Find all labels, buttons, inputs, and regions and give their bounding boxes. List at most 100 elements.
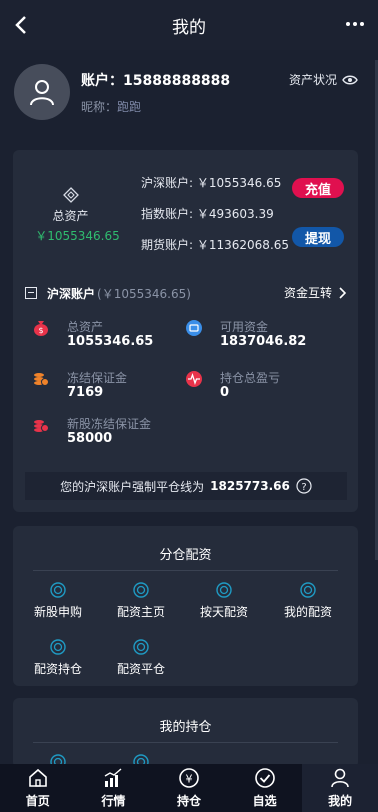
stat-frozen-margin: 冻结保证金 7169 [33, 369, 183, 405]
fund-transfer-link[interactable]: 资金互转 [284, 284, 346, 301]
tab-label: 我的 [328, 794, 353, 808]
menu-allocation-home[interactable]: 配资主页 [96, 582, 176, 622]
help-icon[interactable]: ? [296, 478, 312, 494]
stat-label: 新股冻结保证金 [67, 417, 152, 431]
top-bar: 我的 [0, 0, 378, 50]
profile-section: 账户：15888888888 昵称：跑跑 资产状况 [0, 58, 378, 138]
fund-transfer-label: 资金互转 [283, 286, 332, 300]
divider [33, 742, 338, 743]
futures-account-label: 期货账户: [141, 238, 197, 252]
stat-available-funds: 可用资金 1837046.82 [186, 318, 336, 354]
shsz-account-value: ￥1055346.65 [196, 176, 282, 190]
total-assets-value: ￥1055346.65 [35, 229, 120, 243]
coin-circle-icon [133, 582, 149, 598]
stat-label: 冻结保证金 [67, 371, 128, 385]
menu-daily-allocation[interactable]: 按天配资 [179, 582, 259, 622]
chevron-right-icon [339, 286, 346, 299]
stat-value: 7169 [67, 385, 104, 400]
tab-label: 首页 [25, 794, 50, 808]
svg-text:?: ? [301, 482, 306, 493]
nickname-value: 跑跑 [117, 100, 142, 114]
stat-value: 0 [220, 385, 230, 400]
menu-allocation-holdings[interactable]: 配资持仓 [13, 639, 93, 679]
coin-circle-icon [216, 582, 232, 598]
svg-text:¥: ¥ [185, 773, 192, 786]
menu-label: 新股申购 [33, 605, 82, 619]
eye-icon[interactable] [342, 74, 358, 86]
tab-mine[interactable]: 我的 [302, 764, 378, 812]
total-assets-label: 总资产 [52, 209, 89, 223]
liquidation-line-notice: 您的沪深账户强制平仓线为 1825773.66 ? [25, 472, 347, 500]
bottom-tab-bar: 首页 行情 ¥ 持仓 自选 我的 [0, 764, 378, 812]
recharge-button[interactable]: 充值 [292, 178, 344, 198]
index-account-label: 指数账户: [141, 207, 197, 221]
menu-label: 按天配资 [199, 605, 248, 619]
tab-home[interactable]: 首页 [0, 764, 76, 812]
tab-label: 自选 [252, 794, 277, 808]
shsz-account-label: 沪深账户: [141, 176, 197, 190]
svg-text:$: $ [38, 326, 43, 335]
menu-label: 配资主页 [116, 605, 165, 619]
stat-total-assets: $ 总资产 1055346.65 [33, 318, 183, 354]
coin-circle-icon [50, 639, 66, 655]
diamond-icon [63, 187, 79, 203]
stat-position-pnl: 持仓总盈亏 0 [186, 369, 336, 405]
stat-label: 总资产 [67, 320, 104, 334]
yen-icon: ¥ [179, 768, 199, 788]
menu-label: 配资持仓 [33, 662, 82, 676]
coin-circle-icon [300, 582, 316, 598]
account-number: 15888888888 [123, 73, 231, 89]
ipo-coins-icon [34, 420, 49, 432]
home-icon [28, 768, 47, 787]
wallet-icon [186, 320, 202, 336]
holdings-title: 我的持仓 [159, 720, 212, 735]
coin-circle-icon [50, 582, 66, 598]
allocation-title: 分仓配资 [159, 548, 212, 563]
nickname-label: 昵称： [81, 100, 118, 114]
page-title: 我的 [172, 17, 206, 38]
tab-holdings[interactable]: ¥ 持仓 [151, 764, 227, 812]
shsz-section-title: 沪深账户 [47, 286, 96, 301]
shsz-section-subtitle: (￥1055346.65) [97, 286, 191, 301]
tab-label: 行情 [101, 794, 126, 808]
menu-allocation-close[interactable]: 配资平仓 [96, 639, 176, 679]
back-icon[interactable] [8, 11, 36, 39]
coin-circle-icon [133, 639, 149, 655]
avatar[interactable] [14, 64, 70, 120]
futures-account-value: ￥11362068.65 [196, 238, 290, 252]
stat-label: 持仓总盈亏 [220, 371, 281, 385]
account-label: 账户： [81, 73, 123, 89]
withdraw-button[interactable]: 提现 [292, 227, 344, 247]
user-avatar-icon [30, 80, 54, 106]
asset-status-link[interactable]: 资产状况 [289, 71, 358, 88]
index-account-row: 指数账户: ￥493603.39 [141, 205, 274, 222]
collapse-icon[interactable] [25, 287, 37, 299]
index-account-value: ￥493603.39 [196, 207, 274, 221]
chart-icon [105, 768, 122, 787]
holdings-card: 我的持仓 [13, 698, 358, 770]
menu-my-allocation[interactable]: 我的配资 [263, 582, 343, 622]
asset-status-label: 资产状况 [288, 73, 337, 87]
menu-label: 配资平仓 [116, 662, 165, 676]
futures-account-row: 期货账户: ￥11362068.65 [141, 236, 289, 253]
tab-label: 持仓 [176, 794, 201, 808]
account-summary-card: 总资产 ￥1055346.65 沪深账户: ￥1055346.65 指数账户: … [13, 150, 358, 512]
shsz-section-header: 沪深账户 (￥1055346.65) 资金互转 [25, 284, 346, 302]
stat-value: 58000 [67, 431, 113, 446]
divider [33, 570, 338, 571]
tab-market[interactable]: 行情 [76, 764, 152, 812]
more-icon[interactable] [344, 17, 366, 31]
pulse-icon [186, 371, 202, 387]
menu-ipo-subscribe[interactable]: 新股申购 [13, 582, 93, 622]
liquidation-text: 您的沪深账户强制平仓线为 [60, 479, 205, 494]
tab-watchlist[interactable]: 自选 [227, 764, 303, 812]
money-bag-icon: $ [34, 321, 48, 336]
stat-value: 1055346.65 [67, 334, 154, 349]
check-icon [254, 768, 275, 788]
account-info: 账户：15888888888 [81, 70, 230, 90]
liquidation-value: 1825773.66 [210, 479, 290, 493]
menu-label: 我的配资 [283, 605, 332, 619]
stat-label: 可用资金 [220, 320, 269, 334]
stat-ipo-frozen-margin: 新股冻结保证金 58000 [33, 415, 183, 451]
stat-value: 1837046.82 [220, 334, 307, 349]
